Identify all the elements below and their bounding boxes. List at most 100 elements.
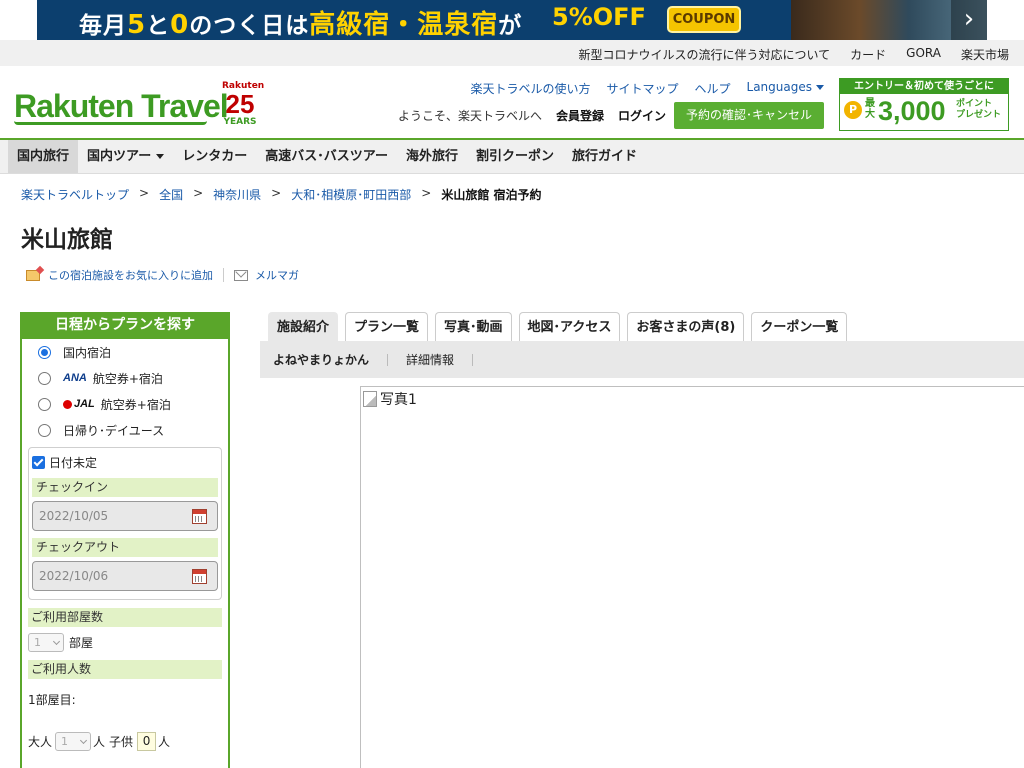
points-promo-banner[interactable]: エントリー＆初めて使うごとに P 最大 3,000 ポイント プレゼント: [839, 78, 1009, 131]
action-divider: [223, 268, 224, 282]
jal-logo-text: JAL: [74, 398, 95, 410]
tab-photos[interactable]: 写真･動画: [435, 312, 512, 341]
welcome-row: ようこそ、楽天トラベルへ 会員登録 ログイン 予約の確認･キャンセル: [398, 102, 824, 129]
plan-search-sidebar: 日程からプランを探す 国内宿泊 ANA 航空券+宿泊 JAL 航空券+宿泊 日帰…: [20, 312, 230, 768]
tab-map[interactable]: 地図･アクセス: [518, 312, 621, 341]
adult-select[interactable]: 1: [55, 732, 92, 751]
nav-item-overseas[interactable]: 海外旅行: [397, 140, 467, 173]
mail-icon: [234, 269, 248, 281]
checkbox[interactable]: [32, 455, 45, 469]
caret-down-icon: [816, 85, 824, 90]
util-link-gora[interactable]: GORA: [906, 46, 941, 63]
radio-label: 国内宿泊: [63, 345, 112, 360]
adult-value: 1: [61, 735, 69, 748]
people-label: ご利用人数: [28, 660, 222, 679]
radio-button[interactable]: [38, 423, 51, 437]
tab-overview[interactable]: 施設紹介: [268, 312, 339, 341]
photo-alt-text: 写真1: [380, 392, 417, 408]
chevron-right-icon[interactable]: ›: [951, 0, 987, 40]
breadcrumb-top[interactable]: 楽天トラベルトップ: [21, 186, 129, 203]
breadcrumb-kanagawa[interactable]: 神奈川県: [213, 186, 261, 203]
util-link-card[interactable]: カード: [850, 46, 886, 63]
hotel-photo[interactable]: 写真1: [360, 386, 1024, 768]
header-link-howto[interactable]: 楽天トラベルの使い方: [470, 80, 590, 97]
child-label: 子供: [109, 735, 134, 749]
util-link-ichiba[interactable]: 楽天市場: [961, 46, 1009, 63]
header-link-help[interactable]: ヘルプ: [695, 80, 731, 97]
promo-points: ポイント プレゼント: [956, 99, 1001, 121]
breadcrumb-nationwide[interactable]: 全国: [159, 186, 183, 203]
checkbox-label: 日付未定: [49, 455, 98, 470]
years-badge-bottom: YEARS: [223, 117, 257, 127]
sidebar-title: 日程からプランを探す: [20, 312, 230, 339]
calendar-icon[interactable]: [192, 569, 207, 584]
subbar-divider: [387, 353, 389, 366]
date-box: 日付未定 チェックイン 2022/10/05 チェックアウト 2022/10/0…: [28, 447, 222, 600]
mailmag-link[interactable]: メルマガ: [255, 267, 299, 283]
rooms-select[interactable]: 1: [28, 633, 64, 652]
room-number-label: 1部屋目:: [28, 693, 76, 707]
hotel-tabs: 施設紹介 プラン一覧 写真･動画 地図･アクセス お客さまの声(8) クーポン一…: [268, 312, 848, 341]
page-title: 米山旅館: [21, 227, 113, 253]
child-count-input[interactable]: 0: [137, 732, 157, 751]
banner-text-d: 0: [170, 10, 190, 40]
banner-text-e: のつく日は: [189, 13, 310, 39]
login-link[interactable]: ログイン: [618, 107, 666, 124]
main-nav: 国内旅行 国内ツアー レンタカー 高速バス･バスツアー 海外旅行 割引クーポン …: [0, 140, 1024, 174]
nav-item-domestic[interactable]: 国内旅行: [8, 140, 79, 173]
broken-image-icon: [363, 391, 377, 407]
ana-logo-icon: ANA: [63, 372, 87, 384]
utility-bar: 新型コロナウイルスの流行に伴う対応について カード GORA 楽天市場: [0, 40, 1024, 66]
welcome-text: ようこそ、楽天トラベルへ: [397, 109, 542, 123]
util-link-covid[interactable]: 新型コロナウイルスの流行に伴う対応について: [579, 46, 831, 63]
nav-item-coupon[interactable]: 割引クーポン: [467, 140, 563, 173]
25-years-badge: Rakuten 25 YEARS: [222, 82, 264, 128]
header-link-sitemap[interactable]: サイトマップ: [606, 80, 678, 97]
radio-label: 日帰り･デイユース: [63, 423, 165, 438]
rooms-label: ご利用部屋数: [28, 608, 222, 627]
radio-label: 航空券+宿泊: [100, 397, 171, 412]
nav-item-domestic-tour[interactable]: 国内ツアー: [78, 140, 173, 173]
jal-crane-icon: [63, 399, 72, 409]
nav-item-guide[interactable]: 旅行ガイド: [563, 140, 646, 173]
radio-button[interactable]: [38, 397, 51, 411]
details-link[interactable]: 詳細情報: [406, 351, 454, 368]
rakuten-travel-logo[interactable]: Rakuten Travel: [14, 88, 229, 125]
add-favorite-link[interactable]: この宿泊施設をお気に入りに追加: [48, 267, 213, 283]
promo-present-label: プレゼント: [956, 110, 1002, 120]
subbar-divider: [472, 353, 474, 366]
reservation-check-button[interactable]: 予約の確認･キャンセル: [673, 102, 824, 129]
favorite-icon: [26, 269, 40, 281]
nav-item-rentacar[interactable]: レンタカー: [173, 140, 256, 173]
rooms-unit: 部屋: [69, 636, 94, 650]
years-badge-number: 25: [225, 89, 255, 119]
radio-button[interactable]: [38, 345, 51, 359]
checkin-input[interactable]: 2022/10/05: [32, 501, 218, 531]
checkout-input[interactable]: 2022/10/06: [32, 561, 218, 591]
radio-domestic[interactable]: 国内宿泊: [22, 339, 228, 365]
rooms-value: 1: [34, 636, 41, 649]
point-coin-icon: P: [844, 101, 862, 119]
utility-links: 新型コロナウイルスの流行に伴う対応について カード GORA 楽天市場: [579, 46, 1010, 63]
radio-ana[interactable]: ANA 航空券+宿泊: [22, 365, 228, 391]
banner-discount: 5%OFF: [552, 3, 646, 31]
languages-dropdown[interactable]: Languages: [747, 80, 824, 97]
banner-text-f: 高級宿・温泉宿: [309, 10, 499, 40]
caret-down-icon: [156, 154, 165, 159]
tab-reviews[interactable]: お客さまの声(8): [627, 312, 745, 341]
radio-jal[interactable]: JAL 航空券+宿泊: [22, 391, 228, 417]
date-undecided-checkbox[interactable]: 日付未定: [32, 453, 218, 471]
register-link[interactable]: 会員登録: [556, 107, 604, 124]
promo-banner[interactable]: 毎月5と0のつく日は高級宿・温泉宿が 5%OFF COUPON ›: [37, 0, 987, 40]
tab-coupons[interactable]: クーポン一覧: [751, 312, 848, 341]
nav-item-bus[interactable]: 高速バス･バスツアー: [256, 140, 397, 173]
calendar-icon[interactable]: [192, 509, 207, 524]
tab-plans[interactable]: プラン一覧: [345, 312, 429, 341]
promo-max: 最大: [865, 98, 875, 120]
breadcrumb-separator: >: [193, 186, 204, 200]
radio-dayuse[interactable]: 日帰り･デイユース: [22, 417, 228, 443]
chevron-down-icon: [52, 637, 61, 646]
radio-button[interactable]: [38, 371, 51, 385]
breadcrumb-area[interactable]: 大和･相模原･町田西部: [291, 186, 411, 203]
tab-subbar: よねやまりょかん 詳細情報: [260, 341, 1024, 378]
